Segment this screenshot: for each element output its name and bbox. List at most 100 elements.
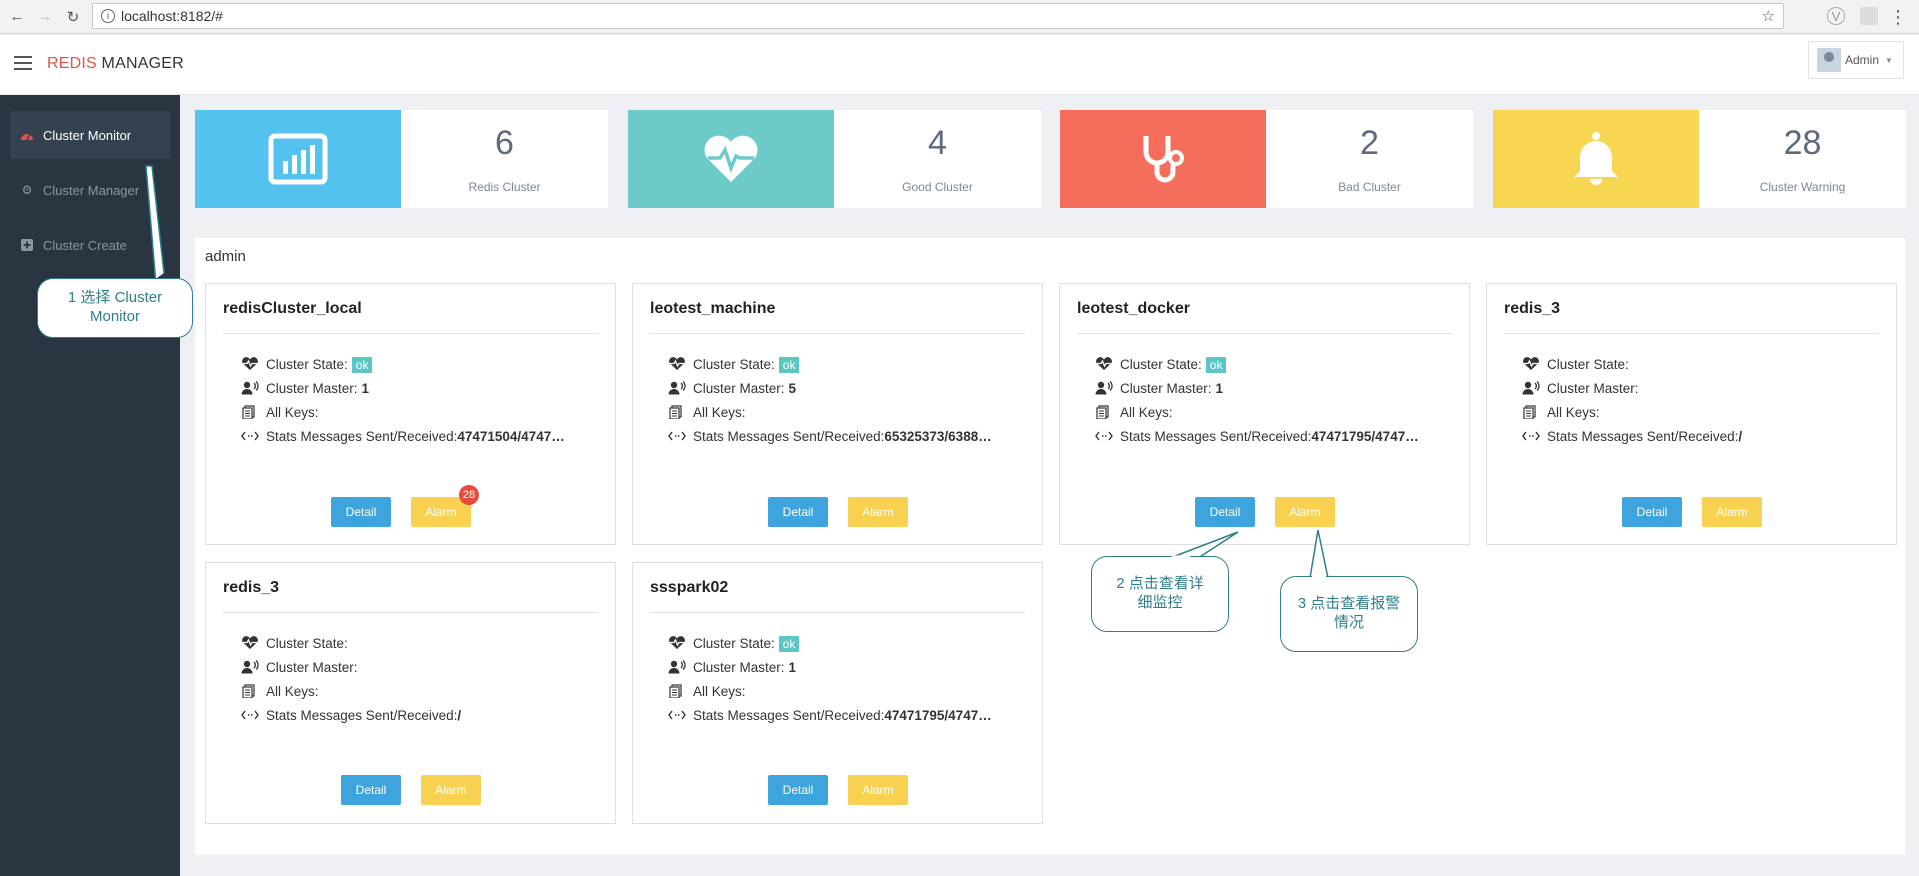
divider	[223, 612, 598, 613]
cluster-name: leotest_docker	[1077, 300, 1190, 317]
alarm-button-label: Alarm	[862, 505, 894, 519]
heartbeat-icon	[668, 635, 688, 651]
cluster-card: redis_3 Cluster State: Cluster Master: A…	[205, 562, 616, 824]
info-icon[interactable]: i	[101, 9, 115, 23]
all-keys-label: All Keys:	[266, 683, 319, 699]
cluster-state-row: Cluster State: ok	[668, 355, 800, 373]
browser-toolbar: ← → ↻ i localhost:8182/# ☆ V ⋮	[0, 0, 1919, 34]
detail-button[interactable]: Detail	[768, 497, 828, 527]
callout-text: 2 点击查看详细监控	[1116, 575, 1204, 611]
cluster-master-row: Cluster Master: 1	[241, 379, 369, 397]
stat-good-cluster: 4 Good Cluster	[628, 110, 1041, 208]
cluster-state-row: Cluster State: ok	[241, 355, 373, 373]
chart-board-icon	[195, 110, 401, 208]
alarm-button[interactable]: Alarm	[1702, 497, 1762, 527]
sidebar: Cluster Monitor ⚙ Cluster Manager Cluste…	[0, 95, 180, 876]
cluster-master-row: Cluster Master: 5	[668, 379, 796, 397]
keys-icon	[668, 683, 688, 699]
stats-messages-value: /	[457, 707, 462, 723]
callout-text: 1 选择 Cluster Monitor	[67, 289, 163, 325]
alarm-button[interactable]: Alarm	[1275, 497, 1335, 527]
avatar	[1817, 48, 1841, 72]
cluster-state-label: Cluster State:	[693, 635, 775, 651]
cluster-master-row: Cluster Master: 1	[1095, 379, 1223, 397]
detail-button[interactable]: Detail	[1195, 497, 1255, 527]
stat-label: Good Cluster	[902, 180, 973, 194]
stats-messages-row: Stats Messages Sent/Received: 47471504/4…	[241, 427, 565, 445]
extension-icon[interactable]	[1860, 7, 1878, 25]
callout-view-alarm: 3 点击查看报警情况	[1280, 576, 1418, 652]
all-keys-row: All Keys:	[241, 682, 323, 700]
all-keys-label: All Keys:	[693, 404, 746, 420]
bookmark-star-icon[interactable]: ☆	[1762, 7, 1775, 25]
sidebar-item-cluster-manager[interactable]: ⚙ Cluster Manager	[10, 166, 170, 214]
forward-icon[interactable]: →	[34, 6, 56, 28]
alarm-button[interactable]: Alarm	[848, 775, 908, 805]
keys-icon	[1095, 404, 1115, 420]
panel-title: admin	[205, 248, 246, 265]
dashboard-icon	[20, 128, 34, 142]
stat-value: 4	[928, 124, 947, 162]
browser-menu-icon[interactable]: ⋮	[1888, 7, 1908, 27]
detail-button[interactable]: Detail	[768, 775, 828, 805]
alarm-button-label: Alarm	[425, 505, 457, 519]
all-keys-label: All Keys:	[1120, 404, 1173, 420]
users-icon	[1522, 380, 1542, 396]
heartbeat-icon	[668, 356, 688, 372]
sidebar-item-cluster-create[interactable]: Cluster Create	[10, 221, 170, 269]
users-icon	[668, 380, 688, 396]
stats-messages-value: /	[1738, 428, 1743, 444]
alarm-button[interactable]: Alarm	[848, 497, 908, 527]
caret-down-icon: ▼	[1885, 55, 1893, 65]
status-badge: ok	[778, 635, 800, 652]
stat-label: Redis Cluster	[468, 180, 541, 194]
reload-icon[interactable]: ↻	[62, 6, 84, 28]
stats-messages-value: 47471504/4747…	[457, 428, 565, 444]
all-keys-label: All Keys:	[693, 683, 746, 699]
cluster-state-row: Cluster State:	[1522, 355, 1629, 373]
cluster-card: redis_3 Cluster State: Cluster Master: A…	[1486, 283, 1897, 545]
cluster-name: redis_3	[223, 579, 280, 596]
cluster-state-row: Cluster State: ok	[1095, 355, 1227, 373]
cluster-master-label: Cluster Master:	[266, 659, 358, 675]
exchange-icon	[241, 428, 261, 444]
cluster-master-value: 1	[361, 380, 370, 396]
alarm-count-badge: 28	[459, 485, 479, 505]
sidebar-item-cluster-monitor[interactable]: Cluster Monitor	[10, 111, 170, 159]
cluster-master-value: 1	[1215, 380, 1224, 396]
stat-redis-cluster: 6 Redis Cluster	[195, 110, 608, 208]
detail-button[interactable]: Detail	[1622, 497, 1682, 527]
exchange-icon	[1522, 428, 1542, 444]
user-menu-button[interactable]: Admin ▼	[1808, 41, 1904, 79]
detail-button[interactable]: Detail	[331, 497, 391, 527]
heartbeat-icon	[241, 635, 261, 651]
cluster-master-row: Cluster Master:	[1522, 379, 1643, 397]
plus-square-icon	[20, 238, 34, 252]
back-icon[interactable]: ←	[6, 6, 28, 28]
hamburger-menu-icon[interactable]	[14, 56, 32, 70]
alarm-button[interactable]: Alarm	[421, 775, 481, 805]
all-keys-row: All Keys:	[241, 403, 323, 421]
detail-button[interactable]: Detail	[341, 775, 401, 805]
vivaldi-extension-icon[interactable]: V	[1827, 7, 1845, 25]
cluster-master-value: 5	[788, 380, 797, 396]
keys-icon	[1522, 404, 1542, 420]
cluster-master-label: Cluster Master:	[693, 380, 785, 396]
status-badge: ok	[351, 356, 373, 373]
stat-label: Cluster Warning	[1759, 180, 1846, 194]
address-bar[interactable]: i localhost:8182/# ☆	[92, 3, 1784, 29]
cluster-state-label: Cluster State:	[266, 635, 348, 651]
alarm-button[interactable]: Alarm 28	[411, 485, 479, 527]
cluster-state-row: Cluster State: ok	[668, 634, 800, 652]
stat-value: 2	[1360, 124, 1379, 162]
stats-messages-value: 47471795/4747…	[1311, 428, 1419, 444]
stats-messages-row: Stats Messages Sent/Received: /	[1522, 427, 1742, 445]
all-keys-label: All Keys:	[266, 404, 319, 420]
cluster-name: redisCluster_local	[223, 300, 362, 317]
alarm-button-label: Alarm	[1289, 505, 1321, 519]
all-keys-row: All Keys:	[1095, 403, 1177, 421]
brand-accent: REDIS	[47, 55, 97, 72]
stats-messages-row: Stats Messages Sent/Received: 65325373/6…	[668, 427, 992, 445]
cluster-master-label: Cluster Master:	[1547, 380, 1639, 396]
app-logo: REDIS MANAGER	[47, 55, 184, 73]
